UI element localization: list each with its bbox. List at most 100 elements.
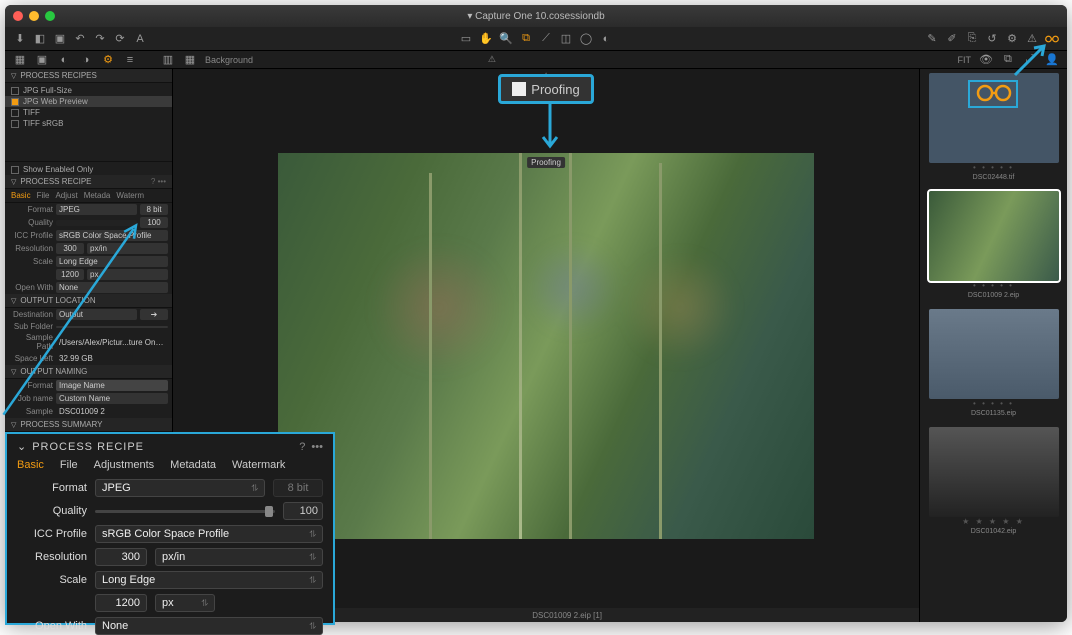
icc-select-big[interactable]: sRGB Color Space Profile⥮ bbox=[95, 525, 323, 543]
openwith-label: Open With bbox=[17, 620, 87, 632]
res-input-big[interactable]: 300 bbox=[95, 548, 147, 566]
thumbnail[interactable]: • • • • •DSC01135.eip bbox=[929, 309, 1059, 423]
recipe-row[interactable]: TIFF sRGB bbox=[5, 118, 172, 129]
icc-label: ICC Profile bbox=[17, 528, 87, 540]
chevron-down-icon[interactable]: ⌄ bbox=[17, 440, 26, 453]
checkbox-icon[interactable] bbox=[11, 98, 19, 106]
hand-icon[interactable]: ✋ bbox=[479, 32, 493, 46]
capture-icon[interactable]: ◧ bbox=[33, 32, 47, 46]
secondary-toolbar: ▦ ▣ ◐ ◑ ⚙ ≡ ▥ ▦ Background ⚠ FIT 👁 ⧉ ⤢ 👤 bbox=[5, 51, 1067, 69]
thumbnail[interactable]: ★ ★ ★ ★ ★DSC01042.eip bbox=[929, 427, 1059, 541]
adjust-tab-icon[interactable]: ≡ bbox=[123, 53, 137, 67]
thumb-caption: DSC01135.eip bbox=[929, 408, 1059, 423]
color-tab-icon[interactable]: ◐ bbox=[57, 53, 71, 67]
rating-dots[interactable]: • • • • • bbox=[929, 399, 1059, 408]
panel-title: PROCESS RECIPE bbox=[32, 441, 144, 453]
warning-tri-icon: ⚠ bbox=[488, 54, 496, 65]
openwith-select-big[interactable]: None⥮ bbox=[95, 617, 323, 635]
checkbox-icon[interactable] bbox=[11, 120, 19, 128]
exposure-tab-icon[interactable]: ◑ bbox=[79, 53, 93, 67]
thumb-caption: DSC01042.eip bbox=[929, 526, 1059, 541]
rotate-icon[interactable]: ⟳ bbox=[113, 32, 127, 46]
pointer-icon[interactable]: ▭ bbox=[459, 32, 473, 46]
scale-label: Scale bbox=[17, 574, 87, 586]
tab-adjustments[interactable]: Adjustments bbox=[94, 459, 155, 471]
panel-header-summary[interactable]: ▽PROCESS SUMMARY bbox=[5, 418, 172, 432]
scale-val-big[interactable]: 1200 bbox=[95, 594, 147, 612]
recipe-row[interactable]: JPG Full-Size bbox=[5, 85, 172, 96]
view-mode-icon[interactable]: ▥ bbox=[161, 53, 175, 67]
job-name-input[interactable]: Custom Name bbox=[56, 393, 168, 404]
grid-mode-icon[interactable]: ▦ bbox=[183, 53, 197, 67]
tab-file[interactable]: File bbox=[37, 191, 50, 200]
filename-text: DSC01009 2.eip [1] bbox=[532, 611, 602, 620]
quality-slider-big[interactable] bbox=[95, 510, 275, 513]
brush-icon[interactable]: ✐ bbox=[945, 32, 959, 46]
mask-icon[interactable]: ◐ bbox=[599, 32, 613, 46]
rating-dots[interactable]: • • • • • bbox=[929, 281, 1059, 290]
edit-icon[interactable]: ✎ bbox=[925, 32, 939, 46]
thumb-image[interactable] bbox=[929, 427, 1059, 517]
fit-label[interactable]: FIT bbox=[957, 55, 971, 65]
crop-icon[interactable]: ⧉ bbox=[519, 32, 533, 46]
undo-icon[interactable]: ↶ bbox=[73, 32, 87, 46]
arrow-down-icon bbox=[540, 104, 560, 159]
straighten-icon[interactable]: ⟋ bbox=[539, 32, 553, 46]
openwith-select[interactable]: None bbox=[56, 282, 168, 293]
icc-select[interactable]: sRGB Color Space Profile bbox=[56, 230, 168, 241]
callout-proofing: Proofing bbox=[498, 74, 594, 104]
thumb-caption: DSC01009 2.eip bbox=[929, 290, 1059, 305]
help-icon[interactable]: ? ••• bbox=[299, 441, 323, 453]
zoom-tool-icon[interactable]: 🔍 bbox=[499, 32, 513, 46]
dest-arrow-icon[interactable]: ➔ bbox=[140, 309, 168, 320]
thumb-image[interactable] bbox=[929, 191, 1059, 281]
capture-tab-icon[interactable]: ▣ bbox=[35, 53, 49, 67]
eye-icon[interactable]: 👁 bbox=[979, 53, 993, 67]
quality-value[interactable]: 100 bbox=[283, 502, 323, 520]
res-unit-select[interactable]: px/in⥮ bbox=[155, 548, 323, 566]
thumb-caption: DSC02448.tif bbox=[929, 172, 1059, 187]
output-tab-icon[interactable]: ⚙ bbox=[101, 53, 115, 67]
tab-metadata[interactable]: Metadata bbox=[170, 459, 216, 471]
format-select-big[interactable]: JPEG⥮ bbox=[95, 479, 265, 497]
scale-select-big[interactable]: Long Edge⥮ bbox=[95, 571, 323, 589]
checkbox-icon[interactable] bbox=[11, 87, 19, 95]
naming-format[interactable]: Image Name bbox=[56, 380, 168, 391]
tab-metadata[interactable]: Metada bbox=[84, 191, 111, 200]
show-enabled-row[interactable]: Show Enabled Only bbox=[5, 161, 172, 175]
tab-adjustments[interactable]: Adjust bbox=[55, 191, 77, 200]
thumbnail-browser: • • • • •DSC02448.tif• • • • •DSC01009 2… bbox=[919, 69, 1067, 622]
scale-val-input[interactable]: 1200 bbox=[56, 269, 84, 280]
quality-label: Quality bbox=[17, 505, 87, 517]
keystone-icon[interactable]: ◫ bbox=[559, 32, 573, 46]
scale-unit-select[interactable]: px⥮ bbox=[155, 594, 215, 612]
tab-file[interactable]: File bbox=[60, 459, 78, 471]
cursor-icon[interactable]: A bbox=[133, 32, 147, 46]
format-label: Format bbox=[17, 482, 87, 494]
thumbnail[interactable]: • • • • •DSC01009 2.eip bbox=[929, 191, 1059, 305]
reset-icon[interactable]: ↺ bbox=[985, 32, 999, 46]
folder-icon[interactable]: ▣ bbox=[53, 32, 67, 46]
redo-icon[interactable]: ↷ bbox=[93, 32, 107, 46]
recipe-row[interactable]: TIFF bbox=[5, 107, 172, 118]
tab-watermark[interactable]: Watermark bbox=[232, 459, 285, 471]
recipe-row[interactable]: JPG Web Preview bbox=[5, 96, 172, 107]
tab-watermark[interactable]: Waterm bbox=[116, 191, 144, 200]
rating-dots[interactable]: • • • • • bbox=[929, 163, 1059, 172]
copy-icon[interactable]: ⎘ bbox=[965, 32, 979, 46]
thumb-image[interactable] bbox=[929, 309, 1059, 399]
panel-header-recipe[interactable]: ▽PROCESS RECIPE? ••• bbox=[5, 175, 172, 189]
import-icon[interactable]: ⬇ bbox=[13, 32, 27, 46]
rating-dots[interactable]: ★ ★ ★ ★ ★ bbox=[929, 517, 1059, 526]
checkbox-icon[interactable] bbox=[11, 109, 19, 117]
quality-slider[interactable] bbox=[56, 220, 137, 226]
tab-basic[interactable]: Basic bbox=[11, 191, 31, 200]
format-select[interactable]: JPEG bbox=[56, 204, 137, 215]
preview-image: Proofing bbox=[278, 153, 814, 539]
main-toolbar: ⬇ ◧ ▣ ↶ ↷ ⟳ A ▭ ✋ 🔍 ⧉ ⟋ ◫ ◯ ◐ ✎ ✐ ⎘ ↺ ⚙ … bbox=[5, 27, 1067, 51]
panel-header-recipes[interactable]: ▽PROCESS RECIPES bbox=[5, 69, 172, 83]
library-tab-icon[interactable]: ▦ bbox=[13, 53, 27, 67]
res-input[interactable]: 300 bbox=[56, 243, 84, 254]
tab-basic[interactable]: Basic bbox=[17, 459, 44, 471]
spot-icon[interactable]: ◯ bbox=[579, 32, 593, 46]
